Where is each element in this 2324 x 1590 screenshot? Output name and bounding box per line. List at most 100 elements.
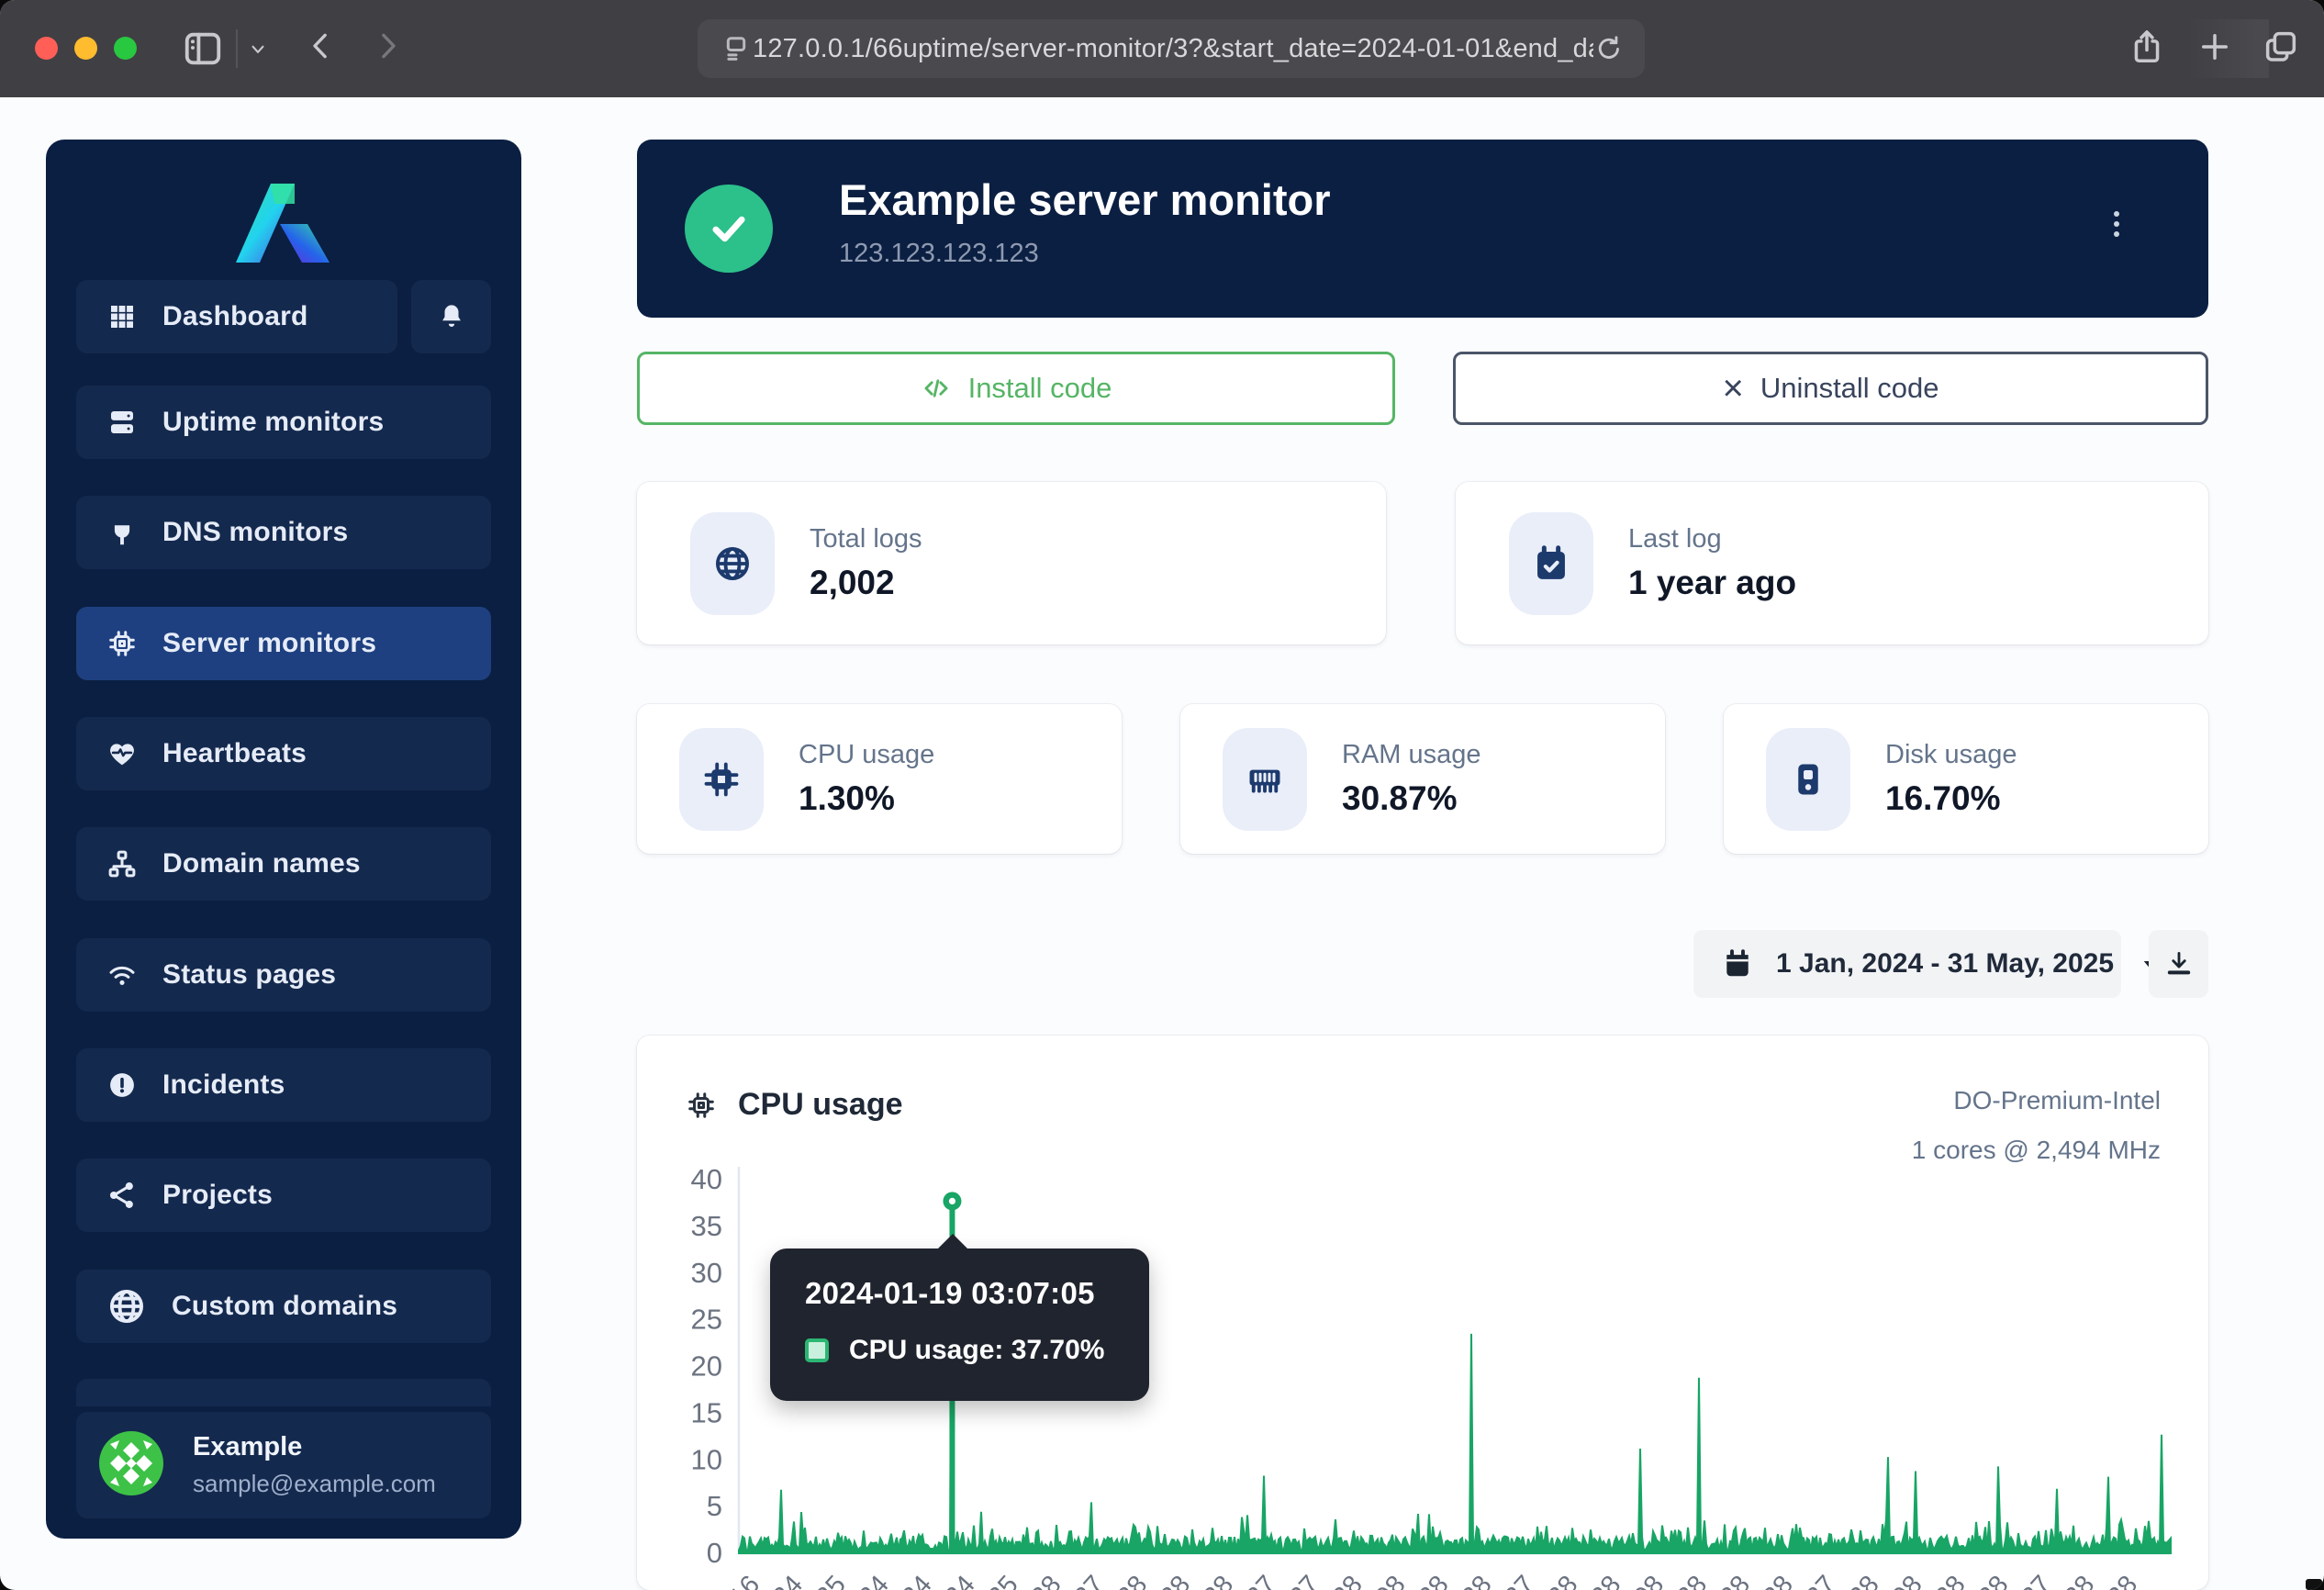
sidebar-item-server-monitors[interactable]: Server monitors [76,607,491,680]
sidebar-item-dashboard[interactable]: Dashboard [76,280,397,353]
stat-value: 2,002 [810,564,922,602]
sidebar-item-uptime-monitors[interactable]: Uptime monitors [76,386,491,459]
code-icon [921,373,952,404]
url-text[interactable]: 127.0.0.1/66uptime/server-monitor/3?&sta… [753,34,1593,64]
svg-text:27: 27 [1499,1570,1540,1590]
stat-card-disk-usage: Disk usage 16.70% [1724,704,2208,854]
profile-name: Example [193,1432,436,1462]
browser-toolbar: 127.0.0.1/66uptime/server-monitor/3?&sta… [0,0,2324,97]
sidebar-item-label: DNS monitors [162,517,348,548]
svg-text:08: 08 [1886,1570,1927,1590]
kebab-menu-icon[interactable] [2098,206,2135,242]
sidebar-item-label: Status pages [162,959,336,991]
tooltip-date: 2024-01-19 03:07:05 [805,1276,1149,1311]
sidebar-toggle-icon[interactable] [182,28,224,70]
sidebar-item-label: Server monitors [162,628,376,659]
hdd-icon [1787,758,1829,801]
status-ok-icon [685,185,773,273]
sidebar-item-projects[interactable]: Projects [76,1159,491,1232]
toolbar-divider [236,29,238,68]
sidebar-item-label: Projects [162,1180,273,1211]
browser-window: 127.0.0.1/66uptime/server-monitor/3?&sta… [0,0,2324,1590]
sidebar-item-domain-names[interactable]: Domain names [76,827,491,901]
sidebar-item-label: Custom domains [172,1291,397,1322]
sidebar-item-label: Dashboard [162,301,308,332]
sidebar-item-truncated[interactable] [76,1379,491,1406]
stat-label: Total logs [810,524,922,554]
stat-label: Last log [1628,524,1796,554]
svg-text:28: 28 [2102,1570,2143,1590]
notifications-button[interactable] [411,280,491,353]
uninstall-code-button[interactable]: × Uninstall code [1453,352,2208,425]
uninstall-code-label: Uninstall code [1760,372,1939,405]
svg-text:28: 28 [1715,1570,1756,1590]
globe-icon [711,543,754,585]
address-bar[interactable]: 127.0.0.1/66uptime/server-monitor/3?&sta… [698,19,1645,78]
close-window-button[interactable] [35,37,58,60]
close-icon: × [1722,370,1743,407]
svg-text:24: 24 [939,1570,980,1590]
svg-text:27: 27 [1284,1570,1325,1590]
svg-text:28: 28 [1758,1570,1799,1590]
svg-text:28: 28 [1972,1570,2014,1590]
zoom-window-button[interactable] [114,37,137,60]
chart-title: CPU usage [738,1087,903,1123]
share-icon[interactable] [2128,28,2166,66]
sidebar-item-label: Incidents [162,1069,285,1101]
minimize-window-button[interactable] [74,37,97,60]
svg-text:28: 28 [1456,1570,1497,1590]
svg-text:27: 27 [1241,1570,1282,1590]
svg-text:24: 24 [896,1570,937,1590]
svg-text:25: 25 [982,1570,1023,1590]
sidebar-item-status-pages[interactable]: Status pages [76,938,491,1012]
svg-text:35: 35 [691,1210,722,1242]
stat-value: 30.87% [1342,779,1481,818]
sidebar-item-custom-domains[interactable]: Custom domains [76,1270,491,1343]
back-icon[interactable] [303,28,340,64]
page-title: Example server monitor [839,174,1331,225]
page-format-icon[interactable] [720,32,753,65]
ram-icon [1244,758,1286,801]
sidebar-item-dns-monitors[interactable]: DNS monitors [76,496,491,569]
svg-text:08: 08 [1628,1570,1670,1590]
cpu-usage-chart-card: 0510152025303540162425242424252827282828… [637,1036,2208,1590]
chevron-down-icon[interactable] [246,37,270,61]
globe-icon [106,1285,148,1327]
sidebar-item-heartbeats[interactable]: Heartbeats [76,717,491,790]
cpu-icon [700,758,743,801]
svg-text:16: 16 [724,1570,765,1590]
svg-text:28: 28 [1413,1570,1454,1590]
svg-text:28: 28 [1671,1570,1713,1590]
svg-text:30: 30 [691,1257,722,1289]
calendar-icon [1721,947,1754,980]
server-meta: DO-Premium-Intel 1 cores @ 2,494 MHz [1912,1076,2161,1175]
sidebar-item-label: Uptime monitors [162,407,384,438]
calendar-check-icon [1530,543,1572,585]
profile-email: sample@example.com [193,1470,436,1498]
svg-text:28: 28 [1843,1570,1884,1590]
profile-button[interactable]: Example sample@example.com [76,1412,491,1518]
stat-label: RAM usage [1342,740,1481,770]
sidebar: Dashboard Uptime monitors DNS monitors S… [46,140,521,1539]
export-button[interactable] [2149,930,2208,998]
date-range-picker[interactable]: 1 Jan, 2024 - 31 May, 2025 [1693,930,2121,998]
svg-text:28: 28 [1585,1570,1626,1590]
sidebar-item-incidents[interactable]: Incidents [76,1048,491,1122]
svg-text:27: 27 [1801,1570,1842,1590]
chart-tooltip: 2024-01-19 03:07:05 CPU usage: 37.70% [770,1248,1149,1401]
stat-card-cpu-usage: CPU usage 1.30% [637,704,1122,854]
svg-text:15: 15 [691,1396,722,1428]
svg-text:25: 25 [691,1304,722,1336]
monitor-ip: 123.123.123.123 [839,239,1039,269]
chip-icon [106,627,139,660]
stat-value: 1 year ago [1628,564,1796,602]
tab-overview-icon[interactable] [2262,28,2300,66]
server-specs: 1 cores @ 2,494 MHz [1912,1125,2161,1175]
date-range-label: 1 Jan, 2024 - 31 May, 2025 [1776,948,2114,980]
new-tab-icon[interactable] [2196,28,2234,66]
app-logo [229,178,339,271]
stat-card-ram-usage: RAM usage 30.87% [1180,704,1665,854]
reload-icon[interactable] [1593,33,1625,64]
server-stack-icon [106,406,139,439]
install-code-button[interactable]: Install code [637,352,1395,425]
